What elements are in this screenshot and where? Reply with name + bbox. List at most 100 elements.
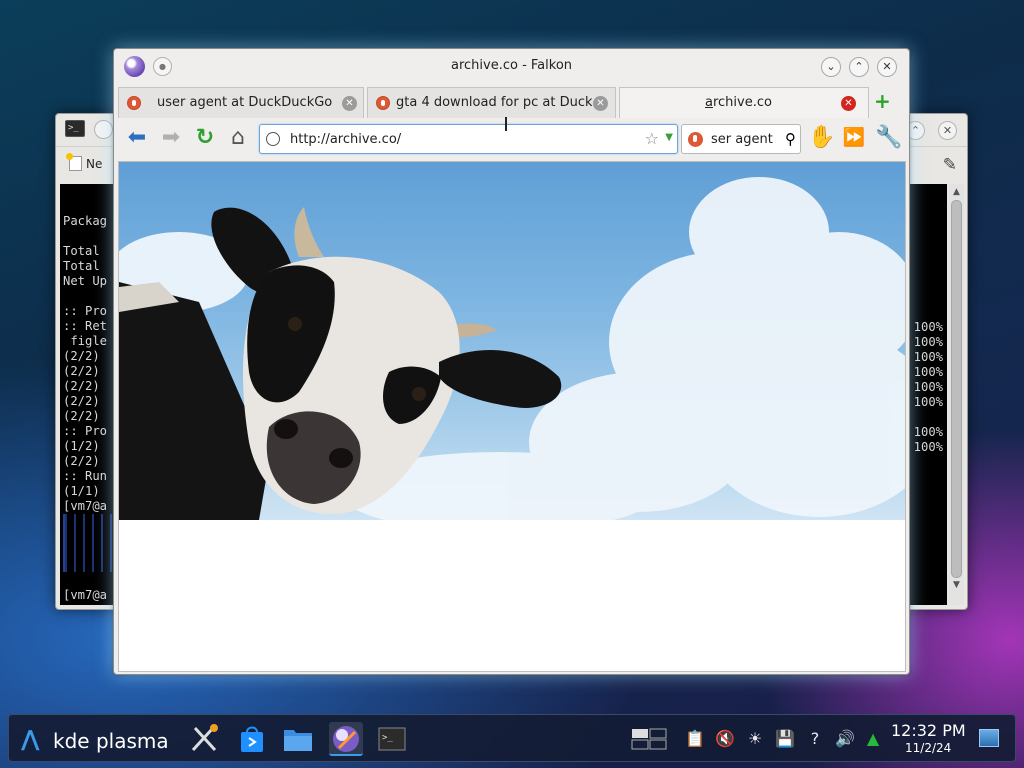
- binoculars-icon[interactable]: ⚲: [785, 130, 796, 148]
- navigation-toolbar: ⬅ ➡ ↻ ⌂ http://archive.co/ ☆ ▼ ser agent…: [118, 120, 907, 158]
- terminal-pin-button[interactable]: [94, 120, 113, 139]
- task-discover[interactable]: [235, 722, 269, 756]
- kde-logo-icon: ⋀: [21, 727, 40, 752]
- scroll-down-icon[interactable]: ▼: [949, 579, 964, 591]
- terminal-scroll-thumb[interactable]: [951, 200, 962, 578]
- browser-window[interactable]: ● archive.co - Falkon ⌄ ⌃ ✕ user agent a…: [113, 48, 910, 675]
- volume-icon[interactable]: 🔊: [834, 728, 856, 750]
- fast-forward-icon[interactable]: ⏩: [841, 125, 867, 151]
- terminal-line: figle: [63, 334, 108, 348]
- tab-close-icon[interactable]: ✕: [342, 96, 357, 111]
- search-query: ser agent: [711, 132, 773, 147]
- tab-archive[interactable]: archive.co ✕: [619, 87, 869, 118]
- cow-banner-image: [119, 162, 905, 520]
- window-title: archive.co - Falkon: [450, 58, 573, 73]
- forward-arrow-icon[interactable]: ➡: [158, 125, 184, 151]
- terminal-line: Packag: [63, 214, 108, 228]
- bookmark-star-icon[interactable]: ☆: [645, 129, 659, 148]
- save-disk-icon[interactable]: 💾: [774, 728, 796, 750]
- tab-close-icon[interactable]: ✕: [841, 96, 856, 111]
- svg-text:>_: >_: [382, 733, 393, 743]
- terminal-line: :: Run: [63, 469, 108, 483]
- terminal-line: Total: [63, 259, 100, 273]
- terminal-percent: 100%: [913, 335, 943, 349]
- tools-wrench-icon[interactable]: 🔧: [875, 125, 902, 151]
- tools-icon: [191, 724, 218, 752]
- clock-time[interactable]: 12:32 PM: [891, 721, 966, 740]
- falkon-icon: [333, 726, 359, 752]
- terminal-line: :: Pro: [63, 304, 108, 318]
- launcher-label: kde plasma: [53, 729, 169, 753]
- task-terminal[interactable]: >_: [375, 722, 409, 756]
- terminal-percent: 100%: [913, 320, 943, 334]
- terminal-percent-column: 100% 100% 100% 100% 100% 100% 100% 100%: [914, 320, 943, 455]
- address-bar[interactable]: http://archive.co/ ☆ ▼: [259, 124, 678, 154]
- new-tab-icon: [66, 153, 82, 171]
- minimize-button[interactable]: ⌄: [821, 57, 841, 77]
- terminal-line: :: Pro: [63, 424, 108, 438]
- terminal-line: (2/2): [63, 379, 100, 393]
- terminal-line: (2/2): [63, 349, 100, 363]
- home-icon[interactable]: ⌂: [225, 125, 251, 151]
- text-cursor-icon: [505, 117, 507, 131]
- terminal-new-tab-button[interactable]: Ne: [66, 153, 103, 171]
- terminal-line: (1/2): [63, 439, 100, 453]
- task-falkon[interactable]: [329, 722, 363, 756]
- terminal-line: (2/2): [63, 409, 100, 423]
- terminal-line: (1/1): [63, 484, 100, 498]
- terminal-line: :: Ret: [63, 319, 108, 333]
- tab-gta4[interactable]: gta 4 download for pc at Duck... ✕: [367, 87, 616, 118]
- scroll-up-icon[interactable]: ▲: [949, 186, 964, 198]
- tab-label: user agent at DuckDuckGo: [157, 95, 333, 110]
- terminal-line: Net Up: [63, 274, 108, 288]
- terminal-new-label: Ne: [86, 157, 103, 171]
- network-up-icon[interactable]: ▲: [862, 728, 884, 750]
- clock-date[interactable]: 11/2/24: [905, 741, 951, 755]
- tab-label: archive.co: [705, 95, 772, 110]
- browser-titlebar[interactable]: ● archive.co - Falkon ⌄ ⌃ ✕: [114, 49, 909, 85]
- terminal-percent: 100%: [913, 425, 943, 439]
- reload-icon[interactable]: ↻: [192, 125, 218, 151]
- new-tab-button[interactable]: +: [874, 90, 891, 112]
- terminal-ascii-art: [63, 514, 119, 572]
- tab-label: gta 4 download for pc at Duck...: [396, 95, 592, 110]
- clipboard-icon[interactable]: 📋: [684, 728, 706, 750]
- terminal-line: (2/2): [63, 394, 100, 408]
- terminal-percent: 100%: [913, 350, 943, 364]
- duckduckgo-icon: [127, 96, 141, 110]
- brightness-icon[interactable]: ☀: [744, 728, 766, 750]
- terminal-percent: 100%: [913, 365, 943, 379]
- search-bar[interactable]: ser agent ⚲: [681, 124, 801, 154]
- terminal-close-button[interactable]: ✕: [938, 121, 957, 140]
- taskbar: ⋀ kde plasma >_ 📋 🔇 ☀ 💾 ? 🔊 ▲ 12:32 PM 1…: [8, 714, 1016, 762]
- help-icon[interactable]: ?: [804, 728, 826, 750]
- back-arrow-icon[interactable]: ⬅: [124, 125, 150, 151]
- close-button[interactable]: ✕: [877, 57, 897, 77]
- terminal-app-icon: >_: [65, 120, 85, 137]
- cow-photo: [119, 177, 905, 520]
- adblock-stop-icon[interactable]: ✋: [808, 125, 835, 151]
- url-text: http://archive.co/: [290, 132, 402, 147]
- tab-user-agent[interactable]: user agent at DuckDuckGo ✕: [118, 87, 364, 118]
- terminal-output: Packag Total Total Net Up :: Pro:: Ret fig…: [63, 199, 107, 514]
- task-system-tools[interactable]: [187, 722, 221, 756]
- show-desktop-icon[interactable]: [979, 729, 999, 747]
- terminal-percent: 100%: [913, 440, 943, 454]
- tab-close-icon[interactable]: ✕: [593, 96, 608, 111]
- terminal-prompt: [vm7@a: [63, 588, 108, 602]
- terminal-percent: [914, 410, 943, 425]
- terminal-percent: 100%: [913, 380, 943, 394]
- mute-icon[interactable]: 🔇: [714, 728, 736, 750]
- task-file-manager[interactable]: [281, 722, 315, 756]
- folder-icon: [284, 730, 312, 751]
- dropdown-arrow-icon[interactable]: ▼: [665, 132, 673, 143]
- page-content[interactable]: [118, 161, 906, 672]
- maximize-button[interactable]: ⌃: [849, 57, 869, 77]
- terminal-icon: >_: [378, 727, 406, 751]
- virtual-desktop-pager-icon[interactable]: [631, 728, 667, 750]
- terminal-scrollbar[interactable]: ▲ ▼: [949, 184, 964, 605]
- store-bag-icon: [241, 726, 263, 752]
- settings-icon[interactable]: ✎: [943, 155, 957, 175]
